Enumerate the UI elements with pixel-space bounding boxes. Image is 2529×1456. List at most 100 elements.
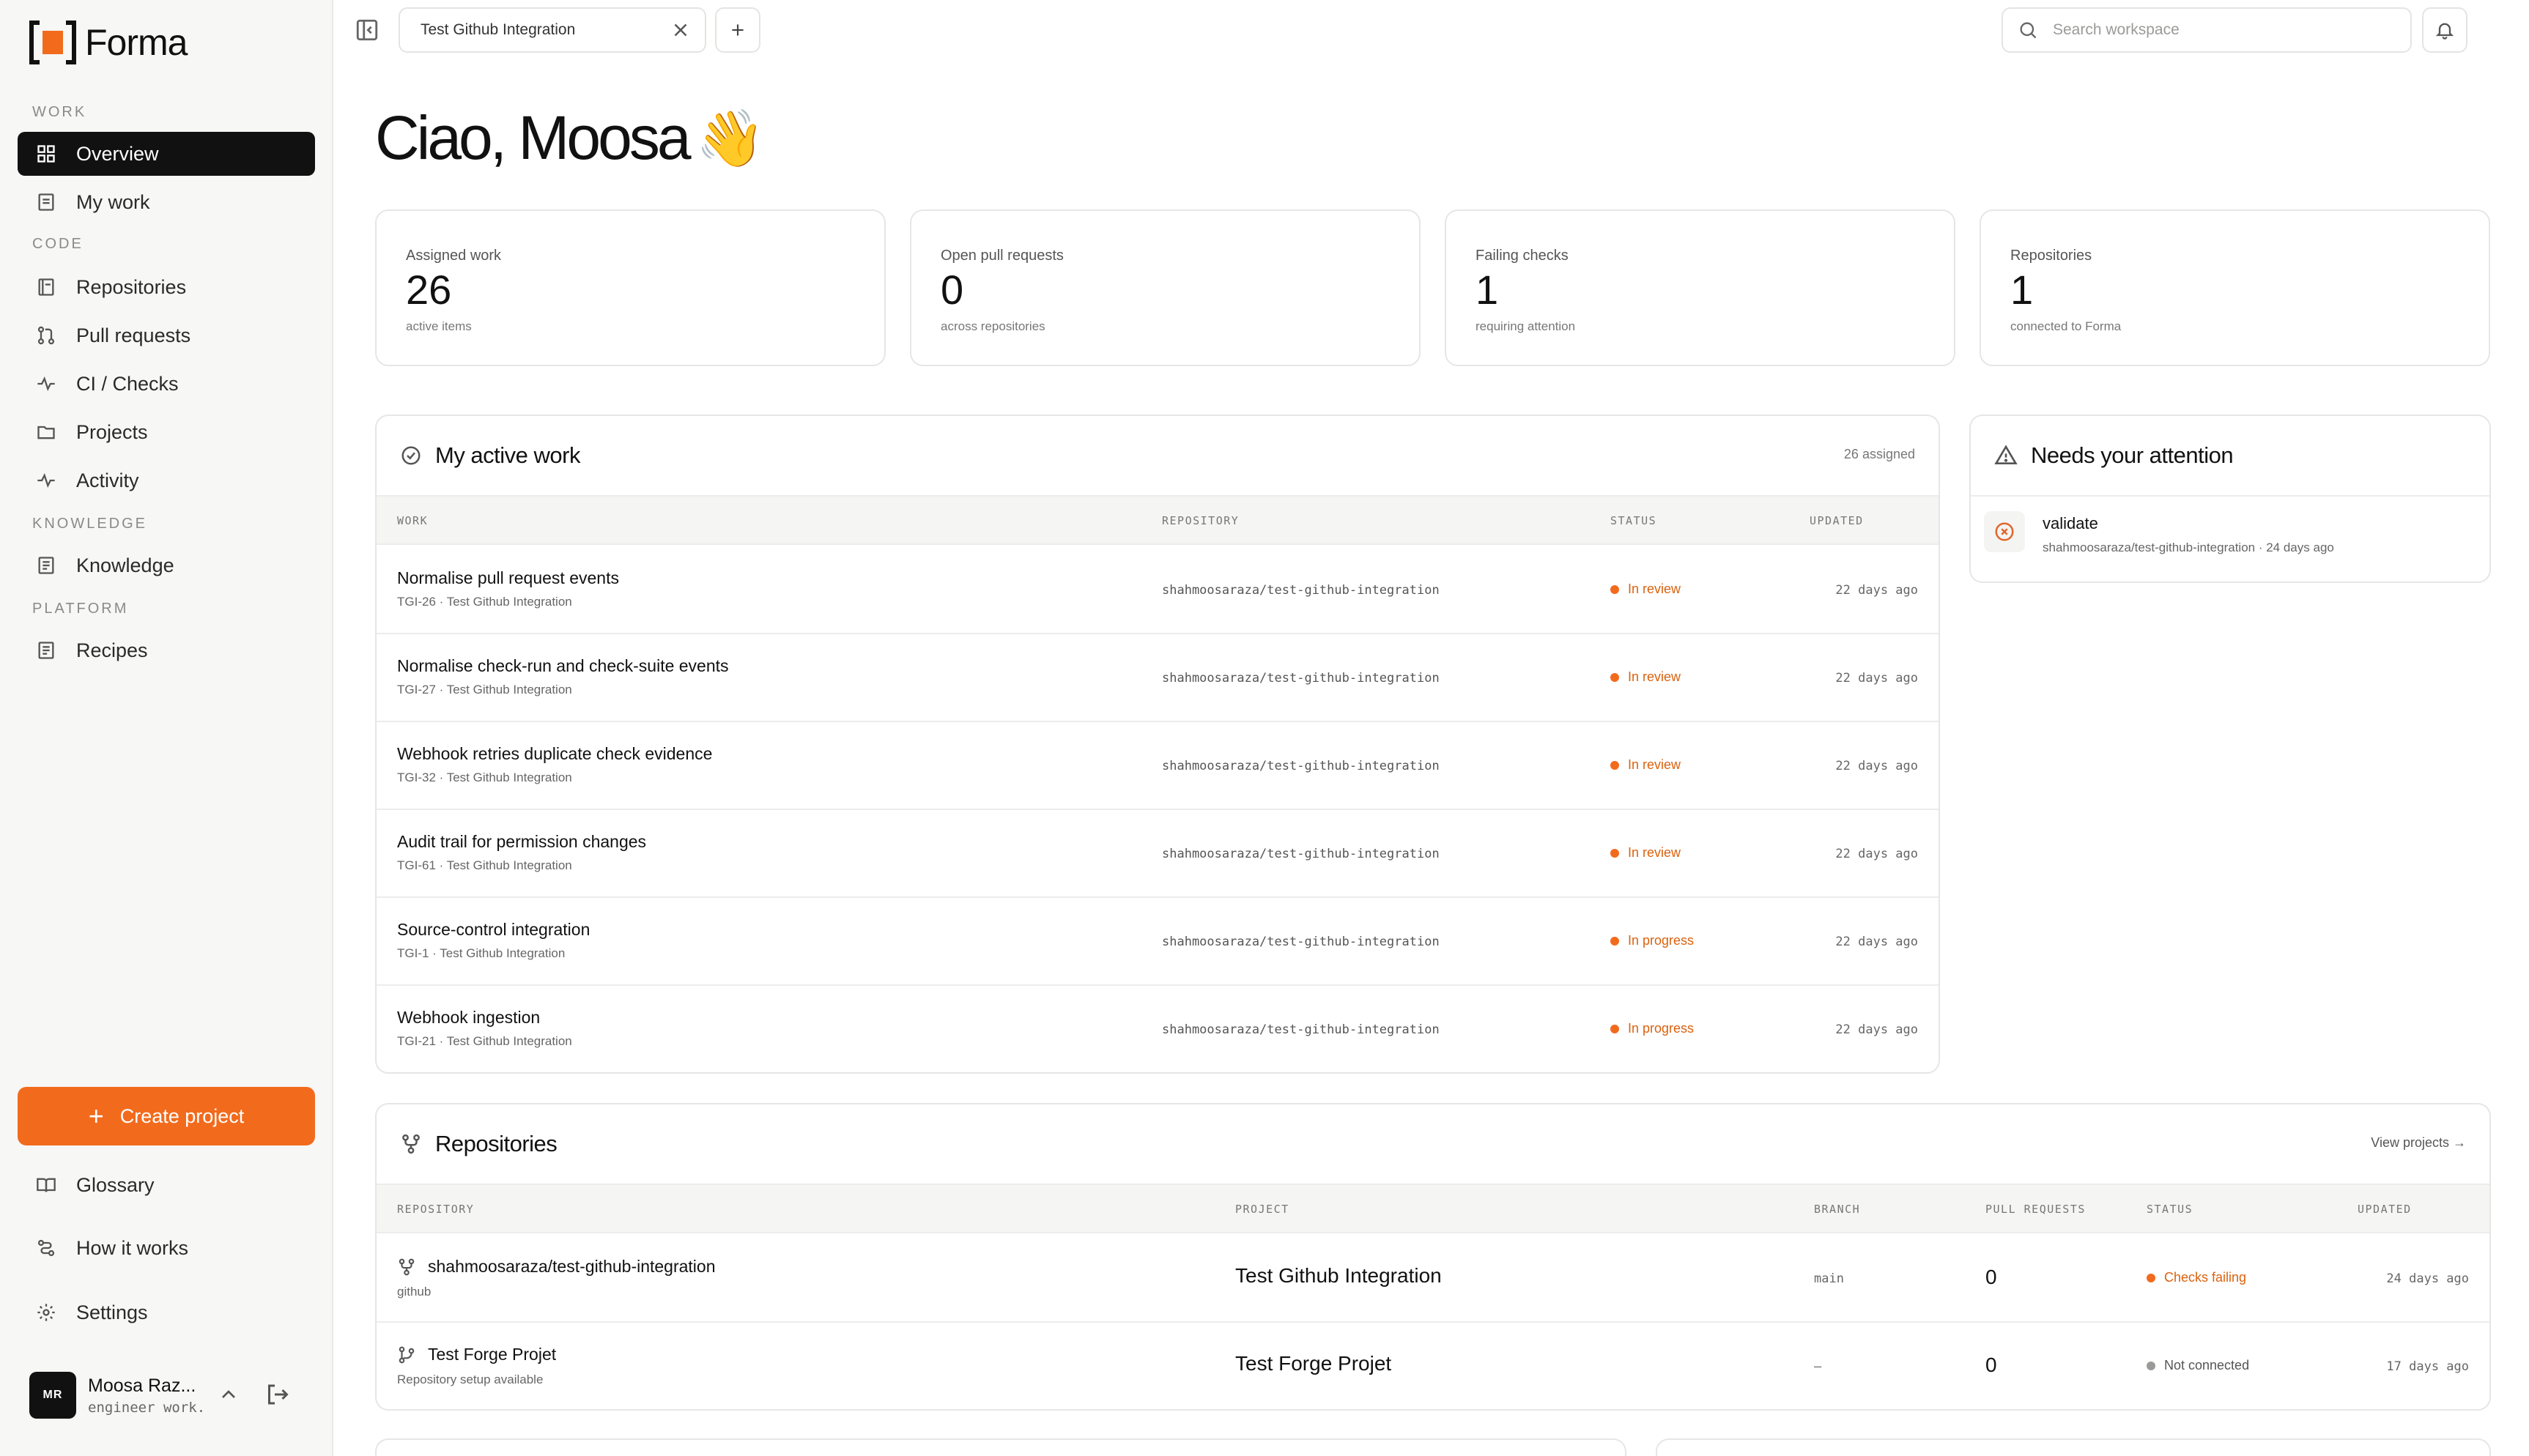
stat-value: 1 xyxy=(1475,267,1499,313)
stat-sub: across repositories xyxy=(941,319,1045,333)
user-menu[interactable]: MR Moosa Raz... engineer work... xyxy=(29,1370,315,1421)
git-fork-icon xyxy=(402,1134,420,1154)
column-header-branch: BRANCH xyxy=(1814,1203,1861,1216)
sidebar-item-my-work[interactable]: My work xyxy=(18,180,315,224)
panel-title: Needs your attention xyxy=(2031,442,2234,468)
panel-header: Needs your attention xyxy=(1971,416,2489,497)
work-title: Source-control integration xyxy=(397,920,590,939)
work-updated: 22 days ago xyxy=(1835,671,1918,686)
sidebar-item-recipes[interactable]: Recipes xyxy=(18,628,315,672)
new-tab-button[interactable] xyxy=(715,7,760,53)
panel-below-fold xyxy=(375,1438,1626,1456)
tab-test-github-integration[interactable]: Test Github Integration xyxy=(399,7,706,53)
sidebar-item-overview[interactable]: Overview xyxy=(18,132,315,176)
table-row[interactable]: Normalise check-run and check-suite even… xyxy=(377,634,1939,722)
work-title: Normalise check-run and check-suite even… xyxy=(397,656,729,675)
panel-title: My active work xyxy=(435,442,580,468)
table-row[interactable]: Normalise pull request events TGI-26 · T… xyxy=(377,546,1939,634)
panel-below-fold xyxy=(1656,1438,2491,1456)
git-branch-icon xyxy=(399,1346,415,1363)
waving-hand-icon: 👋 xyxy=(695,107,766,170)
create-project-button[interactable]: + Create project xyxy=(18,1087,315,1145)
work-repo: shahmoosaraza/test-github-integration xyxy=(1162,759,1440,773)
sidebar-item-settings[interactable]: Settings xyxy=(18,1290,315,1334)
stat-card-repositories[interactable]: Repositories 1 connected to Forma xyxy=(1980,209,2490,366)
status-badge: In review xyxy=(1610,757,1681,773)
attention-item[interactable]: validate shahmoosaraza/test-github-integ… xyxy=(1984,511,2334,555)
repo-host: github xyxy=(397,1285,432,1299)
chevron-up-icon[interactable] xyxy=(217,1383,240,1406)
user-name: Moosa Raz... xyxy=(88,1375,196,1396)
forma-logo-icon xyxy=(29,21,76,64)
search-input[interactable]: Search workspace xyxy=(2002,7,2412,53)
table-header: REPOSITORY PROJECT BRANCH PULL REQUESTS … xyxy=(377,1185,2489,1233)
table-row[interactable]: Webhook retries duplicate check evidence… xyxy=(377,722,1939,810)
table-row[interactable]: shahmoosaraza/test-github-integration gi… xyxy=(377,1235,2489,1323)
column-header-updated: UPDATED xyxy=(1810,514,1864,527)
sidebar: Forma WORK Overview My work CODE Reposit… xyxy=(0,0,333,1456)
stat-card-failing-checks[interactable]: Failing checks 1 requiring attention xyxy=(1445,209,1955,366)
sidebar-item-label: Overview xyxy=(76,142,159,165)
column-header-status: STATUS xyxy=(2147,1203,2193,1216)
sidebar-item-pull-requests[interactable]: Pull requests xyxy=(18,313,315,357)
status-badge: Checks failing xyxy=(2147,1270,2246,1285)
work-repo: shahmoosaraza/test-github-integration xyxy=(1162,671,1440,686)
work-sub: TGI-32 · Test Github Integration xyxy=(397,770,572,784)
logout-icon[interactable] xyxy=(264,1381,290,1408)
table-row[interactable]: Webhook ingestion TGI-21 · Test Github I… xyxy=(377,986,1939,1072)
sidebar-item-label: Recipes xyxy=(76,639,148,661)
section-label-platform: PLATFORM xyxy=(32,601,129,617)
status-badge: Not connected xyxy=(2147,1358,2249,1373)
table-row[interactable]: Audit trail for permission changes TGI-6… xyxy=(377,810,1939,898)
section-label-work: WORK xyxy=(32,104,87,120)
repo-pull-requests: 0 xyxy=(1985,1353,1997,1376)
book-icon xyxy=(35,276,57,298)
work-title: Audit trail for permission changes xyxy=(397,832,647,851)
column-header-status: STATUS xyxy=(1610,514,1657,527)
sidebar-item-glossary[interactable]: Glossary xyxy=(18,1163,315,1207)
list-icon xyxy=(35,191,57,213)
sidebar-item-label: Projects xyxy=(76,420,148,443)
sidebar-item-knowledge[interactable]: Knowledge xyxy=(18,543,315,587)
sidebar-toggle-icon[interactable] xyxy=(355,18,379,42)
repo-branch: main xyxy=(1814,1271,1844,1286)
stat-label: Assigned work xyxy=(406,248,502,264)
activity-icon xyxy=(35,469,57,491)
close-icon[interactable] xyxy=(670,19,692,41)
table-row[interactable]: Source-control integration TGI-1 · Test … xyxy=(377,898,1939,986)
column-header-project: PROJECT xyxy=(1235,1203,1289,1216)
sidebar-item-projects[interactable]: Projects xyxy=(18,410,315,454)
document-icon xyxy=(35,554,57,576)
bell-icon xyxy=(2435,23,2454,40)
git-pull-request-icon xyxy=(35,324,57,346)
sidebar-item-how-it-works[interactable]: How it works xyxy=(18,1226,315,1270)
stat-card-assigned-work[interactable]: Assigned work 26 active items xyxy=(375,209,886,366)
work-updated: 22 days ago xyxy=(1835,583,1918,598)
column-header-updated: UPDATED xyxy=(2358,1203,2412,1216)
sidebar-item-repositories[interactable]: Repositories xyxy=(18,265,315,309)
work-sub: TGI-1 · Test Github Integration xyxy=(397,946,566,960)
notifications-button[interactable] xyxy=(2422,7,2467,53)
attention-panel: Needs your attention validate shahmoosar… xyxy=(1969,415,2491,583)
view-projects-link[interactable]: View projects → xyxy=(2371,1135,2466,1151)
warning-icon xyxy=(1994,445,2018,464)
brand-name: Forma xyxy=(85,22,188,63)
status-badge: In progress xyxy=(1610,933,1694,948)
sidebar-item-ci-checks[interactable]: CI / Checks xyxy=(18,362,315,406)
brand[interactable]: Forma xyxy=(29,21,188,64)
status-badge: In review xyxy=(1610,669,1681,685)
work-repo: shahmoosaraza/test-github-integration xyxy=(1162,1022,1440,1037)
stat-card-open-pull-requests[interactable]: Open pull requests 0 across repositories xyxy=(910,209,1421,366)
work-repo: shahmoosaraza/test-github-integration xyxy=(1162,935,1440,949)
repo-updated: 17 days ago xyxy=(2386,1359,2469,1374)
avatar: MR xyxy=(29,1372,76,1419)
stat-value: 0 xyxy=(941,267,964,313)
create-project-label: Create project xyxy=(119,1104,245,1127)
stat-label: Failing checks xyxy=(1475,248,1569,264)
table-row[interactable]: Test Forge Projet Repository setup avail… xyxy=(377,1323,2489,1409)
page-title: Ciao, Moosa 👋 xyxy=(375,103,766,174)
attention-title: validate xyxy=(2043,514,2098,532)
sidebar-item-activity[interactable]: Activity xyxy=(18,458,315,502)
repo-branch: – xyxy=(1814,1359,1822,1374)
active-work-panel: My active work 26 assigned WORK REPOSITO… xyxy=(375,415,1940,1074)
